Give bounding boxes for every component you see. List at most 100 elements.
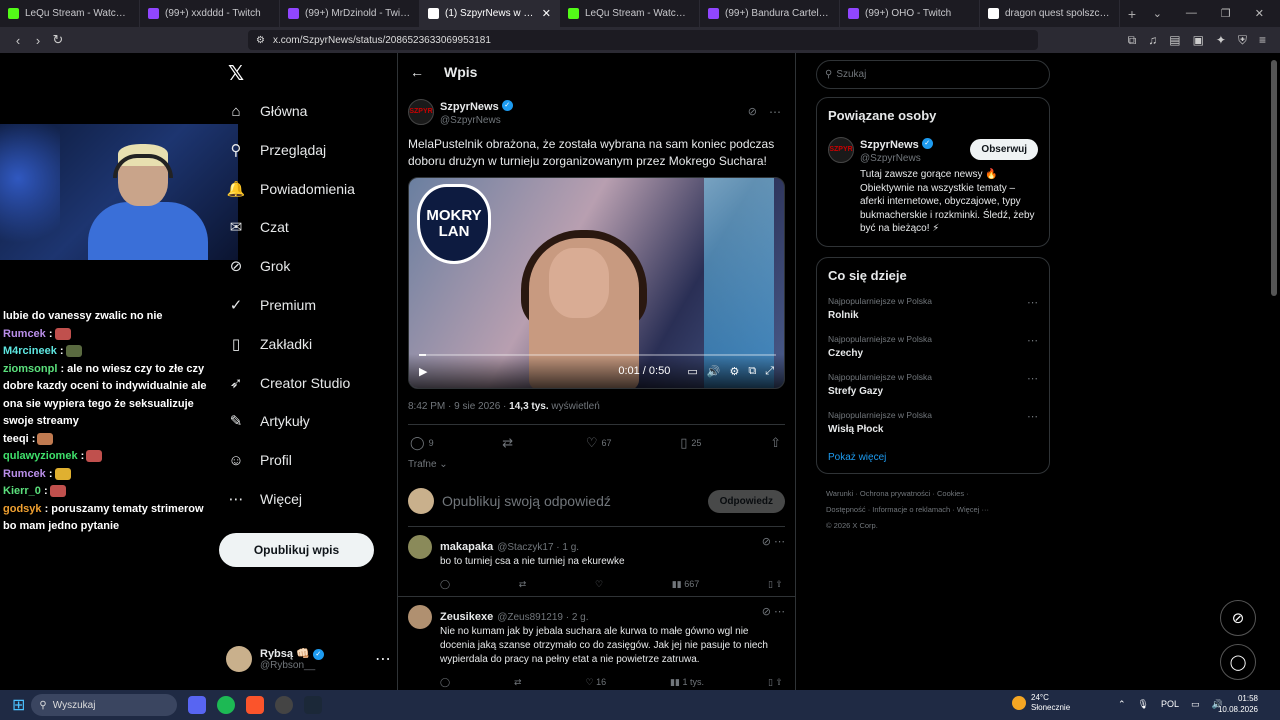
x-logo-icon[interactable]: 𝕏: [228, 61, 244, 86]
reply-input[interactable]: Opublikuj swoją odpowiedź: [442, 493, 611, 509]
bookmark-icon[interactable]: ▯ ⇧: [768, 677, 783, 688]
author-handle[interactable]: @SzpyrNews: [440, 115, 513, 126]
repost-button[interactable]: ⇄: [502, 435, 517, 451]
reply-author-name[interactable]: makapaka: [440, 541, 493, 553]
avatar[interactable]: [408, 535, 432, 559]
browser-tab[interactable]: (99+) Bandura Cartel - Twitch: [700, 0, 840, 27]
clock[interactable]: 01:58 10.08.2026: [1218, 693, 1258, 715]
search-input[interactable]: ⚲ Szukaj: [816, 60, 1050, 89]
bookmark-button[interactable]: ▯ 25: [680, 435, 701, 451]
bookmark-icon[interactable]: ▯ ⇧: [768, 579, 783, 590]
scrollbar[interactable]: [1271, 60, 1277, 296]
author-name[interactable]: SzpyrNews: [440, 101, 499, 113]
close-tab-icon[interactable]: ✕: [542, 7, 551, 20]
account-switcher[interactable]: Rybsą 👊🏻 ✓ @Rybson__ ⋯: [226, 642, 391, 676]
chevron-up-icon[interactable]: ⌃: [1118, 699, 1126, 710]
trend-item[interactable]: Najpopularniejsze w Polska Strefy Gazy ⋯: [828, 372, 1038, 397]
more-options-icon[interactable]: ⊘ ⋯: [762, 605, 785, 618]
reply-author-handle[interactable]: @Zeus891219 · 2 g.: [497, 612, 588, 623]
nav-item-więcej[interactable]: ⋯ Więcej: [226, 481, 303, 517]
new-tab-icon[interactable]: +: [1120, 6, 1144, 22]
video-player[interactable]: MOKRY LAN ▶ 0:01 / 0:50 ▭ 🔊 ⚙ ⧉ ⤢: [408, 177, 785, 389]
url-field[interactable]: ⚙ x.com/SzpyrNews/status/208652363306995…: [248, 30, 1038, 50]
show-more-link[interactable]: Pokaż więcej: [828, 452, 1038, 463]
browser-tab[interactable]: (99+) xxdddd - Twitch: [140, 0, 280, 27]
follow-button[interactable]: Obserwuj: [970, 139, 1038, 160]
steam-icon[interactable]: [304, 696, 323, 714]
reply-button[interactable]: ◯ 9: [410, 435, 434, 451]
extensions-icon[interactable]: ⧉: [1128, 33, 1137, 48]
more-options-icon[interactable]: ⋯: [1027, 410, 1038, 423]
nav-item-artykuły[interactable]: ✎ Artykuły: [226, 403, 310, 439]
post-button[interactable]: Opublikuj wpis: [219, 533, 374, 567]
messages-fab-button[interactable]: ◯: [1220, 644, 1256, 680]
views-button[interactable]: ▮▮ 1 tys.: [670, 677, 704, 688]
views-button[interactable]: ▮▮ 667: [672, 579, 699, 590]
nav-item-creator-studio[interactable]: ➶ Creator Studio: [226, 365, 351, 401]
network-icon[interactable]: ▭: [1191, 699, 1200, 710]
fullscreen-icon[interactable]: ⤢: [765, 365, 774, 378]
close-window-icon[interactable]: ✕: [1255, 7, 1264, 20]
brave-icon[interactable]: [246, 696, 265, 714]
grok-icon[interactable]: ⊘: [748, 105, 757, 118]
avatar[interactable]: [408, 605, 432, 629]
trend-item[interactable]: Najpopularniejsze w Polska Czechy ⋯: [828, 334, 1038, 359]
language-indicator[interactable]: POL: [1161, 699, 1179, 710]
share-button[interactable]: ⇧: [770, 435, 781, 451]
forward-arrow-icon[interactable]: ›: [28, 33, 48, 48]
menu-icon[interactable]: ≡: [1259, 33, 1266, 48]
browser-tab[interactable]: LeQu Stream - Watch Live on: [0, 0, 140, 27]
pip-icon[interactable]: ⧉: [748, 365, 756, 378]
more-options-icon[interactable]: ⋯: [1027, 372, 1038, 385]
author-avatar[interactable]: SZPYR: [828, 136, 854, 163]
nav-item-przeglądaj[interactable]: ⚲ Przeglądaj: [226, 132, 327, 168]
sort-dropdown[interactable]: Trafne ⌄: [408, 459, 785, 470]
more-options-icon[interactable]: ⋯: [769, 105, 781, 119]
trend-item[interactable]: Najpopularniejsze w Polska Rolnik ⋯: [828, 296, 1038, 321]
wallet-icon[interactable]: ▣: [1193, 33, 1204, 48]
windows-start-icon[interactable]: ⊞: [12, 695, 25, 715]
author-name[interactable]: SzpyrNews: [860, 139, 919, 151]
reply-icon[interactable]: ◯: [440, 579, 450, 590]
reply-submit-button[interactable]: Odpowiedz: [707, 489, 785, 513]
chevron-down-icon[interactable]: ⌄: [1153, 7, 1162, 20]
nav-item-premium[interactable]: ✓ Premium: [226, 287, 316, 323]
settings-icon[interactable]: ⚙: [729, 365, 739, 378]
captions-icon[interactable]: ▭: [687, 365, 697, 378]
browser-tab[interactable]: (99+) MrDzinold - Twitch: [280, 0, 420, 27]
obs-icon[interactable]: [275, 696, 294, 714]
music-icon[interactable]: ♫: [1148, 33, 1157, 48]
nav-item-czat[interactable]: ✉ Czat: [226, 209, 289, 245]
like-button[interactable]: ♡: [595, 579, 603, 590]
browser-tab[interactable]: LeQu Stream - Watch Live on: [560, 0, 700, 27]
sidebar-icon[interactable]: ▤: [1169, 33, 1180, 48]
discord-icon[interactable]: [188, 696, 207, 714]
more-options-icon[interactable]: ⋯: [1027, 296, 1038, 309]
nav-item-grok[interactable]: ⊘ Grok: [226, 248, 291, 284]
nav-item-powiadomienia[interactable]: 🔔 Powiadomienia: [226, 171, 355, 207]
author-avatar[interactable]: SZPYR: [408, 98, 434, 125]
back-arrow-icon[interactable]: ←: [410, 64, 436, 80]
nav-item-zakładki[interactable]: ▯ Zakładki: [226, 326, 312, 362]
reload-icon[interactable]: ↻: [48, 32, 68, 48]
footer-line[interactable]: Dostępność · Informacje o reklamach · Wi…: [826, 502, 1036, 518]
reply-icon[interactable]: ◯: [440, 677, 450, 688]
footer-line[interactable]: Warunki · Ochrona prywatności · Cookies …: [826, 486, 1036, 502]
trend-item[interactable]: Najpopularniejsze w Polska Wisłą Płock ⋯: [828, 410, 1038, 435]
browser-tab[interactable]: dragon quest spolszczenie -: [980, 0, 1120, 27]
play-icon[interactable]: ▶: [419, 365, 427, 378]
leo-icon[interactable]: ✦: [1216, 33, 1226, 48]
restore-icon[interactable]: ❐: [1221, 7, 1231, 20]
volume-icon[interactable]: 🔊: [707, 365, 721, 378]
more-options-icon[interactable]: ⊘ ⋯: [762, 535, 785, 548]
browser-tab[interactable]: (99+) OHO - Twitch: [840, 0, 980, 27]
back-arrow-icon[interactable]: ‹: [8, 33, 28, 48]
more-options-icon[interactable]: ⋯: [1027, 334, 1038, 347]
repost-icon[interactable]: ⇄: [514, 677, 522, 688]
like-button[interactable]: ♡ 67: [586, 435, 612, 451]
browser-tab[interactable]: (1) SzpyrNews w serwisie ✕: [420, 0, 560, 27]
reply-author-handle[interactable]: @Staczyk17 · 1 g.: [497, 542, 579, 553]
reply-author-name[interactable]: Zeusikexe: [440, 611, 493, 623]
like-button[interactable]: ♡ 16: [586, 677, 607, 688]
author-handle[interactable]: @SzpyrNews: [860, 153, 933, 164]
